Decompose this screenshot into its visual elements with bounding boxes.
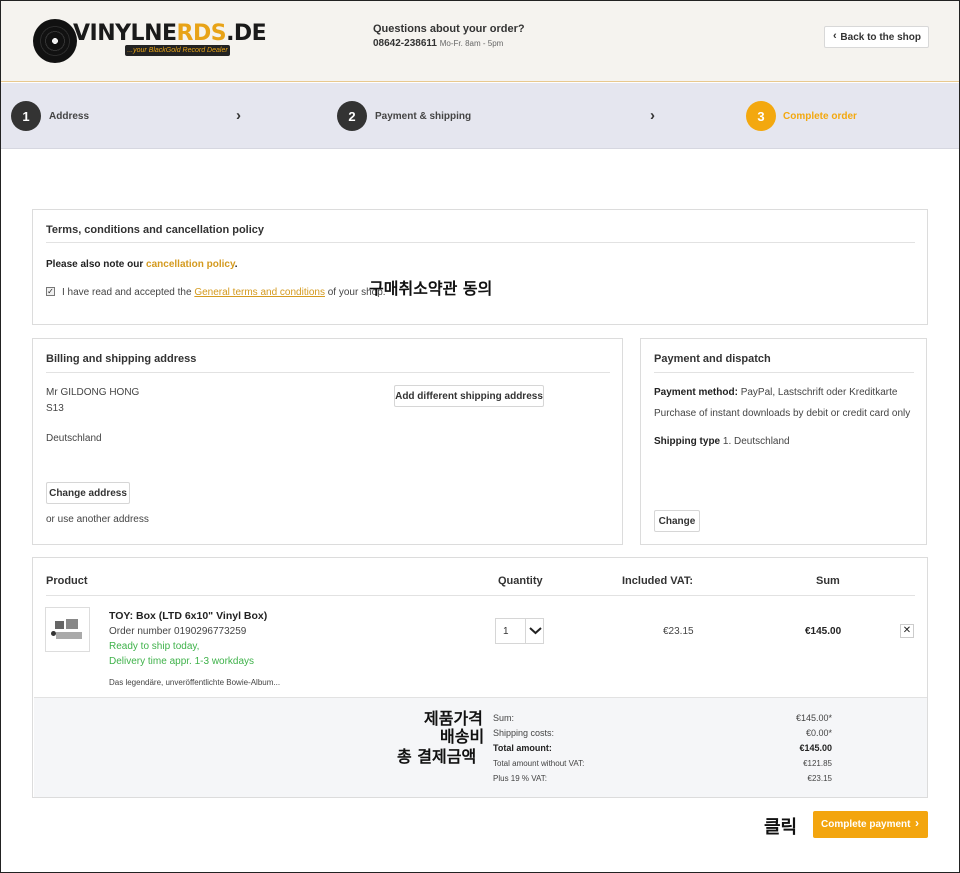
back-to-shop-label: Back to the shop xyxy=(840,31,921,43)
cancellation-note: Please also note our cancellation policy… xyxy=(46,259,238,270)
cart-table: Product Quantity Included VAT: Sum TOY: … xyxy=(32,557,928,798)
cancellation-policy-link[interactable]: cancellation policy xyxy=(146,259,235,270)
close-icon: ✕ xyxy=(902,625,912,636)
payment-method: Payment method: PayPal, Lastschrift oder… xyxy=(654,387,898,398)
annotation-terms: 구매취소약관 동의 xyxy=(369,279,493,298)
product-sum: €145.00 xyxy=(805,626,842,637)
summary-net-value: €121.85 xyxy=(803,759,832,768)
contact-info: Questions about your order? 08642-238611… xyxy=(373,23,525,49)
header-quantity: Quantity xyxy=(498,575,543,587)
logo-wordmark: VINYLNERDS.DE xyxy=(73,21,267,46)
contact-question: Questions about your order? xyxy=(373,23,525,35)
chevron-left-icon: ‹ xyxy=(833,30,837,42)
change-address-button[interactable]: Change address xyxy=(46,482,130,504)
back-to-shop-button[interactable]: ‹ Back to the shop xyxy=(824,26,929,48)
quantity-select[interactable]: 1 xyxy=(495,618,544,644)
summary-net-label: Total amount without VAT: xyxy=(493,759,585,768)
use-another-address-link[interactable]: or use another address xyxy=(46,514,149,525)
summary-vat-value: €23.15 xyxy=(807,774,832,783)
step-3-number: 3 xyxy=(746,101,776,131)
annotation-click: 클릭 xyxy=(764,817,798,838)
shipping-type: Shipping type 1. Deutschland xyxy=(654,436,790,447)
product-delivery-time: Delivery time appr. 1-3 workdays xyxy=(109,656,255,667)
checkout-steps: 1 Address › 2 Payment & shipping › 3 Com… xyxy=(1,83,959,149)
chevron-right-icon: › xyxy=(236,107,241,124)
divider xyxy=(654,372,914,373)
header-vat: Included VAT: xyxy=(622,575,694,587)
payment-method-note: Purchase of instant downloads by debit o… xyxy=(654,408,911,419)
remove-item-button[interactable]: ✕ xyxy=(900,624,914,638)
step-3-label: Complete order xyxy=(783,111,857,122)
terms-accept-text: I have read and accepted the General ter… xyxy=(62,287,386,298)
header-product: Product xyxy=(46,575,88,587)
product-thumbnail[interactable] xyxy=(45,607,90,652)
divider xyxy=(46,595,915,596)
step-2-label[interactable]: Payment & shipping xyxy=(375,111,471,122)
divider xyxy=(46,242,915,243)
summary-total-label: Total amount: xyxy=(493,743,552,753)
billing-name: Mr GILDONG HONG xyxy=(46,387,140,398)
annotation-total: 총 결제금액 xyxy=(397,747,477,766)
product-description: Das legendäre, unveröffentlichte Bowie-A… xyxy=(109,678,281,687)
contact-phone: 08642-238611 Mo-Fr. 8am - 5pm xyxy=(373,38,504,49)
summary-sum-label: Sum: xyxy=(493,713,515,723)
add-shipping-address-button[interactable]: Add different shipping address xyxy=(394,385,544,407)
step-1-label[interactable]: Address xyxy=(49,111,89,122)
contact-hours: Mo-Fr. 8am - 5pm xyxy=(439,39,504,48)
complete-payment-label: Complete payment xyxy=(821,819,911,830)
divider xyxy=(46,372,610,373)
quantity-value: 1 xyxy=(503,626,509,637)
change-payment-button[interactable]: Change xyxy=(654,510,700,532)
site-header: VINYLNERDS.DE ...your BlackGold Record D… xyxy=(1,1,959,82)
billing-country: Deutschland xyxy=(46,433,102,444)
product-order-number: Order number 0190296773259 xyxy=(109,626,247,637)
billing-title: Billing and shipping address xyxy=(46,353,197,365)
product-name[interactable]: TOY: Box (LTD 6x10" Vinyl Box) xyxy=(109,610,267,622)
chevron-right-icon: › xyxy=(650,107,655,124)
general-terms-link[interactable]: General terms and conditions xyxy=(194,287,325,298)
terms-title: Terms, conditions and cancellation polic… xyxy=(46,224,265,236)
billing-card: Billing and shipping address Mr GILDONG … xyxy=(32,338,623,545)
step-1-number: 1 xyxy=(11,101,41,131)
product-ship-status: Ready to ship today, xyxy=(109,641,200,652)
payment-title: Payment and dispatch xyxy=(654,353,771,365)
terms-card: Terms, conditions and cancellation polic… xyxy=(32,209,928,325)
vinylnerds-logo[interactable]: VINYLNERDS.DE ...your BlackGold Record D… xyxy=(33,19,267,65)
chevron-right-icon: › xyxy=(915,816,919,830)
terms-checkbox[interactable]: ✓ xyxy=(46,287,55,296)
complete-payment-button[interactable]: Complete payment › xyxy=(813,811,928,838)
product-vat: €23.15 xyxy=(663,626,694,637)
billing-address-line: S13 xyxy=(46,403,64,414)
payment-card: Payment and dispatch Payment method: Pay… xyxy=(640,338,927,545)
vinyl-record-icon xyxy=(33,19,77,63)
summary-sum-value: €145.00* xyxy=(795,713,832,723)
logo-tagline: ...your BlackGold Record Dealer xyxy=(125,45,230,56)
chevron-down-icon xyxy=(529,627,542,635)
dropdown-toggle[interactable] xyxy=(525,619,544,643)
order-summary: Sum: €145.00* Shipping costs: €0.00* Tot… xyxy=(34,697,927,797)
summary-shipping-label: Shipping costs: xyxy=(493,728,555,738)
summary-total-value: €145.00 xyxy=(799,743,832,753)
summary-shipping-value: €0.00* xyxy=(805,728,832,738)
step-2-number: 2 xyxy=(337,101,367,131)
header-sum: Sum xyxy=(816,575,840,587)
summary-vat-label: Plus 19 % VAT: xyxy=(493,774,547,783)
